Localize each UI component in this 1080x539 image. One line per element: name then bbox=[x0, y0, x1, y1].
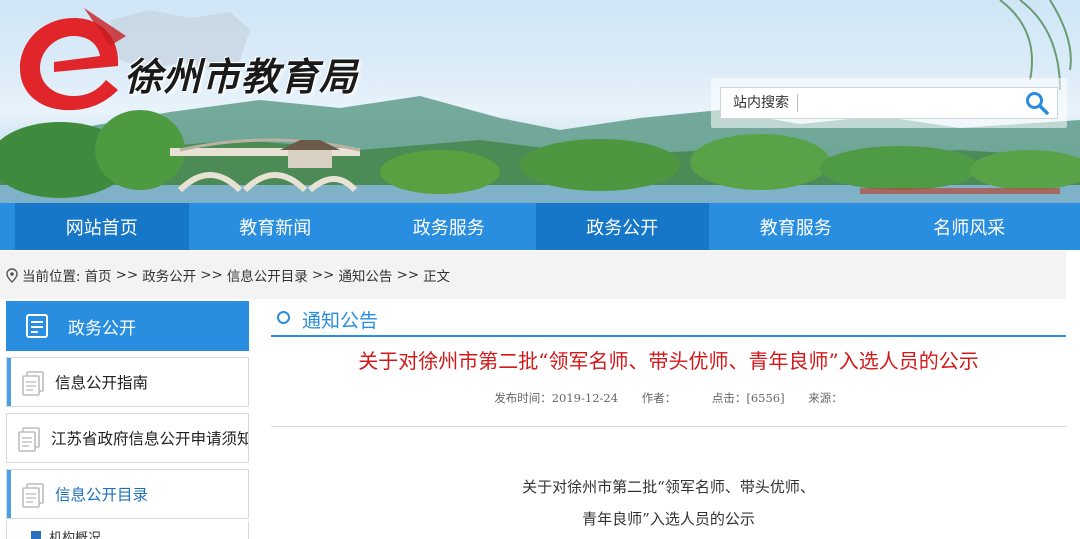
author: 作者： bbox=[641, 391, 677, 405]
nav-item-education-services[interactable]: 教育服务 bbox=[709, 203, 883, 250]
click-count: 点击：[6556] bbox=[711, 391, 785, 405]
breadcrumb-home[interactable]: 首页 bbox=[85, 265, 112, 285]
sidebar-subitem-organization[interactable]: 机构概况 bbox=[6, 521, 249, 539]
breadcrumb: 当前位置: 首页 >> 政务公开 >> 信息公开目录 >> 通知公告 >> 正文 bbox=[0, 251, 1066, 299]
sidebar-header: 政务公开 bbox=[6, 301, 249, 351]
breadcrumb-government-disclosure[interactable]: 政务公开 bbox=[142, 265, 196, 285]
site-logo-text: 徐州市教育局 bbox=[124, 54, 359, 99]
site-search: 站内搜索 bbox=[711, 78, 1067, 128]
nav-item-famous-teachers[interactable]: 名师风采 bbox=[883, 203, 1057, 250]
source: 来源： bbox=[808, 391, 843, 405]
sidebar-subitem-label: 机构概况 bbox=[49, 530, 102, 539]
section-header: 通知公告 bbox=[271, 303, 1066, 337]
breadcrumb-separator: >> bbox=[311, 267, 335, 283]
search-icon bbox=[1026, 92, 1049, 115]
breadcrumb-separator: >> bbox=[115, 267, 139, 283]
site-banner: 徐州市教育局 站内搜索 bbox=[0, 0, 1080, 203]
sidebar-item-label: 江苏省政府信息公开申请须知 bbox=[51, 430, 249, 448]
location-pin-icon bbox=[6, 267, 18, 283]
sidebar-item-application-notice[interactable]: 江苏省政府信息公开申请须知 bbox=[6, 413, 249, 463]
search-field-wrapper: 站内搜索 bbox=[720, 87, 1058, 119]
nav-item-home[interactable]: 网站首页 bbox=[15, 203, 189, 250]
file-stack-icon bbox=[22, 371, 44, 396]
breadcrumb-notices[interactable]: 通知公告 bbox=[338, 265, 392, 285]
breadcrumb-current: 正文 bbox=[423, 269, 451, 285]
sidebar-item-label: 信息公开目录 bbox=[55, 486, 149, 504]
nav-item-government-services[interactable]: 政务服务 bbox=[362, 203, 536, 250]
publish-date: 发布时间：2019-12-24 bbox=[494, 391, 619, 405]
main-nav: 网站首页 教育新闻 政务服务 政务公开 教育服务 名师风采 bbox=[0, 203, 1080, 250]
breadcrumb-separator: >> bbox=[396, 267, 420, 283]
breadcrumb-prefix: 当前位置: bbox=[22, 269, 81, 285]
article-title: 关于对徐州市第二批“领军名师、带头优师、青年良师”入选人员的公示 bbox=[358, 349, 979, 373]
breadcrumb-separator: >> bbox=[200, 267, 223, 283]
file-stack-icon bbox=[18, 427, 40, 452]
article-meta: 发布时间：2019-12-24 作者： 点击：[6556] 来源： bbox=[271, 390, 1066, 406]
section-title: 通知公告 bbox=[302, 310, 379, 332]
document-icon bbox=[26, 314, 48, 338]
sidebar-item-accent bbox=[7, 358, 11, 406]
nav-item-education-news[interactable]: 教育新闻 bbox=[189, 203, 363, 250]
sidebar-item-disclosure-guide[interactable]: 信息公开指南 bbox=[6, 357, 249, 407]
search-label: 站内搜索 bbox=[721, 94, 798, 112]
education-logo-icon bbox=[20, 8, 126, 111]
body-paragraph-line: 关于对徐州市第二批“领军名师、带头优师、 bbox=[522, 478, 815, 496]
breadcrumb-info-catalog[interactable]: 信息公开目录 bbox=[227, 265, 308, 285]
sidebar-item-info-catalog[interactable]: 信息公开目录 bbox=[6, 469, 249, 519]
file-stack-icon bbox=[22, 483, 44, 508]
body-paragraph-line: 青年良师”入选人员的公示 bbox=[582, 510, 755, 528]
search-button[interactable] bbox=[1017, 88, 1057, 118]
nav-item-government-disclosure[interactable]: 政务公开 bbox=[535, 203, 709, 250]
sidebar-title: 政务公开 bbox=[68, 318, 136, 339]
sidebar-item-label: 信息公开指南 bbox=[55, 374, 149, 392]
circle-bullet-icon bbox=[277, 311, 290, 324]
divider bbox=[271, 426, 1066, 427]
sidebar-item-accent bbox=[7, 470, 11, 518]
search-input[interactable] bbox=[798, 88, 1017, 118]
bullet-square-icon bbox=[31, 531, 41, 539]
